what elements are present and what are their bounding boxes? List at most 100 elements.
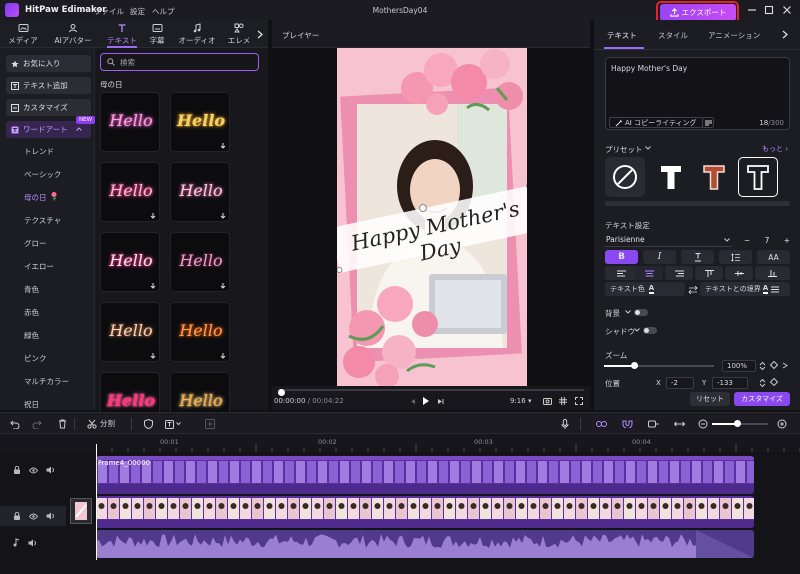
shadow-toggle[interactable] [643, 327, 657, 334]
snapshot-button[interactable] [542, 396, 552, 406]
customize-button[interactable]: カスタマイズ [734, 392, 790, 406]
seek-bar[interactable] [278, 389, 584, 396]
zoom-in-button[interactable] [776, 418, 788, 430]
reset-button[interactable]: リセット [690, 392, 730, 406]
text-clip[interactable]: Frame4_00000 [96, 456, 754, 494]
ripple-button[interactable] [646, 418, 660, 430]
preset-expand-bar[interactable] [605, 201, 790, 206]
nav-sub-texture[interactable]: テクスチャ [24, 215, 61, 226]
add-track-button[interactable] [204, 418, 216, 430]
lock-icon[interactable] [13, 512, 21, 520]
fullscreen-button[interactable] [574, 396, 584, 406]
playhead[interactable] [96, 444, 97, 560]
tab-media[interactable]: メディア [4, 20, 42, 48]
nav-favorites[interactable]: お気に入り [6, 55, 91, 72]
video-canvas[interactable]: Happy Mother's Day [337, 48, 527, 386]
text-content-input[interactable]: Happy Mother's Day AI コピーライティング 18/300 [605, 57, 790, 130]
background-toggle[interactable] [634, 309, 648, 316]
fit-button[interactable] [672, 418, 686, 430]
tab-audio[interactable]: オーディオ [175, 20, 219, 48]
nav-sub-basic[interactable]: ベーシック [24, 169, 61, 180]
nav-sub-multicolor[interactable]: マルチカラー [24, 376, 69, 387]
speaker-icon[interactable] [46, 512, 55, 520]
tab-text[interactable]: テキスト [103, 20, 141, 48]
text-format-button[interactable] [702, 117, 714, 128]
menu-file[interactable]: ファイル [94, 6, 124, 17]
text-tool-button[interactable] [163, 418, 183, 430]
line-spacing-button[interactable] [719, 250, 752, 264]
font-size-increase[interactable]: + [784, 236, 790, 245]
preset-outline-t[interactable] [738, 157, 778, 197]
menu-settings[interactable]: 設定 [130, 6, 145, 17]
timeline-zoom-handle[interactable] [734, 420, 741, 427]
tab-element[interactable]: エレメ [222, 20, 256, 48]
video-clip[interactable] [96, 496, 754, 528]
zoom-input[interactable]: 100% [722, 360, 756, 372]
preset-rust-t[interactable] [694, 157, 734, 197]
nav-sub-glow[interactable]: グロー [24, 238, 47, 249]
letter-case-button[interactable]: AA [757, 250, 790, 264]
aspect-ratio-select[interactable]: 9:16 ▾ [510, 397, 531, 405]
tabs-next-button[interactable] [254, 28, 266, 40]
tab-subtitle[interactable]: 字幕 [140, 20, 174, 48]
word-art-tile[interactable]: Hello [100, 162, 160, 222]
font-select[interactable]: Parisienne [604, 233, 732, 247]
font-size-decrease[interactable]: − [744, 236, 750, 245]
next-frame-button[interactable] [435, 396, 445, 406]
delete-button[interactable] [56, 418, 68, 430]
eye-icon[interactable] [29, 513, 38, 520]
audio-clip[interactable] [96, 530, 754, 558]
rotate-handle[interactable] [419, 204, 427, 212]
seek-handle[interactable] [278, 389, 285, 396]
nav-sub-pink[interactable]: ピンク [24, 353, 47, 364]
magnet-button[interactable] [620, 418, 634, 430]
maximize-button[interactable] [762, 3, 776, 17]
record-voice-button[interactable] [559, 418, 571, 430]
nav-sub-trend[interactable]: トレンド [24, 146, 54, 157]
text-color-button[interactable]: テキスト色 A [605, 282, 685, 296]
word-art-tile[interactable]: Hello [170, 92, 230, 152]
rtab-animation[interactable]: アニメーション [708, 30, 760, 41]
speaker-icon[interactable] [46, 466, 55, 474]
snap-button[interactable] [594, 418, 608, 430]
word-art-tile[interactable]: Hello [100, 232, 160, 292]
undo-button[interactable] [9, 418, 21, 430]
tab-ai-avatar[interactable]: AIアバター [48, 20, 98, 48]
preset-white-t[interactable] [651, 157, 691, 197]
ai-copywriting-button[interactable]: AI コピーライティング [609, 117, 703, 128]
font-size-stepper[interactable]: − 7 + [744, 233, 790, 247]
valign-middle-button[interactable] [725, 266, 753, 280]
rtab-text[interactable]: テキスト [607, 30, 637, 41]
nav-sub-yellow[interactable]: イエロー [24, 261, 54, 272]
valign-bottom-button[interactable] [755, 266, 790, 280]
lock-icon[interactable] [13, 466, 21, 474]
align-right-button[interactable] [665, 266, 693, 280]
pos-y-input[interactable]: -133 [712, 377, 748, 389]
eye-icon[interactable] [29, 467, 38, 474]
pos-x-input[interactable]: -2 [666, 377, 694, 389]
align-left-button[interactable] [605, 266, 638, 280]
more-presets-link[interactable]: もっと › [762, 144, 788, 154]
mask-button[interactable] [142, 418, 154, 430]
word-art-tile[interactable]: Hello [170, 162, 230, 222]
word-art-tile[interactable]: Hello [100, 92, 160, 152]
underline-button[interactable] [681, 250, 714, 264]
text-border-button[interactable]: テキストとの境界 A [700, 282, 790, 296]
nav-sub-holiday[interactable]: 祝日 [24, 399, 39, 410]
speaker-icon[interactable] [28, 539, 37, 547]
nav-sub-red[interactable]: 赤色 [24, 307, 39, 318]
grid-button[interactable] [558, 396, 568, 406]
align-center-button[interactable] [635, 266, 663, 280]
menu-help[interactable]: ヘルプ [152, 6, 175, 17]
play-button[interactable] [420, 396, 430, 406]
italic-button[interactable]: I [643, 250, 676, 264]
minimize-button[interactable] [745, 3, 759, 17]
word-art-tile[interactable]: Hello [170, 232, 230, 292]
nav-sub-mothers-day[interactable]: 母の日 [24, 192, 47, 203]
redo-button[interactable] [31, 418, 43, 430]
export-button[interactable]: エクスポート [660, 4, 736, 21]
preset-none[interactable] [605, 157, 645, 197]
close-button[interactable] [780, 3, 794, 17]
nav-add-text[interactable]: テキスト追加 [6, 77, 91, 94]
rtabs-next-button[interactable] [780, 29, 790, 39]
